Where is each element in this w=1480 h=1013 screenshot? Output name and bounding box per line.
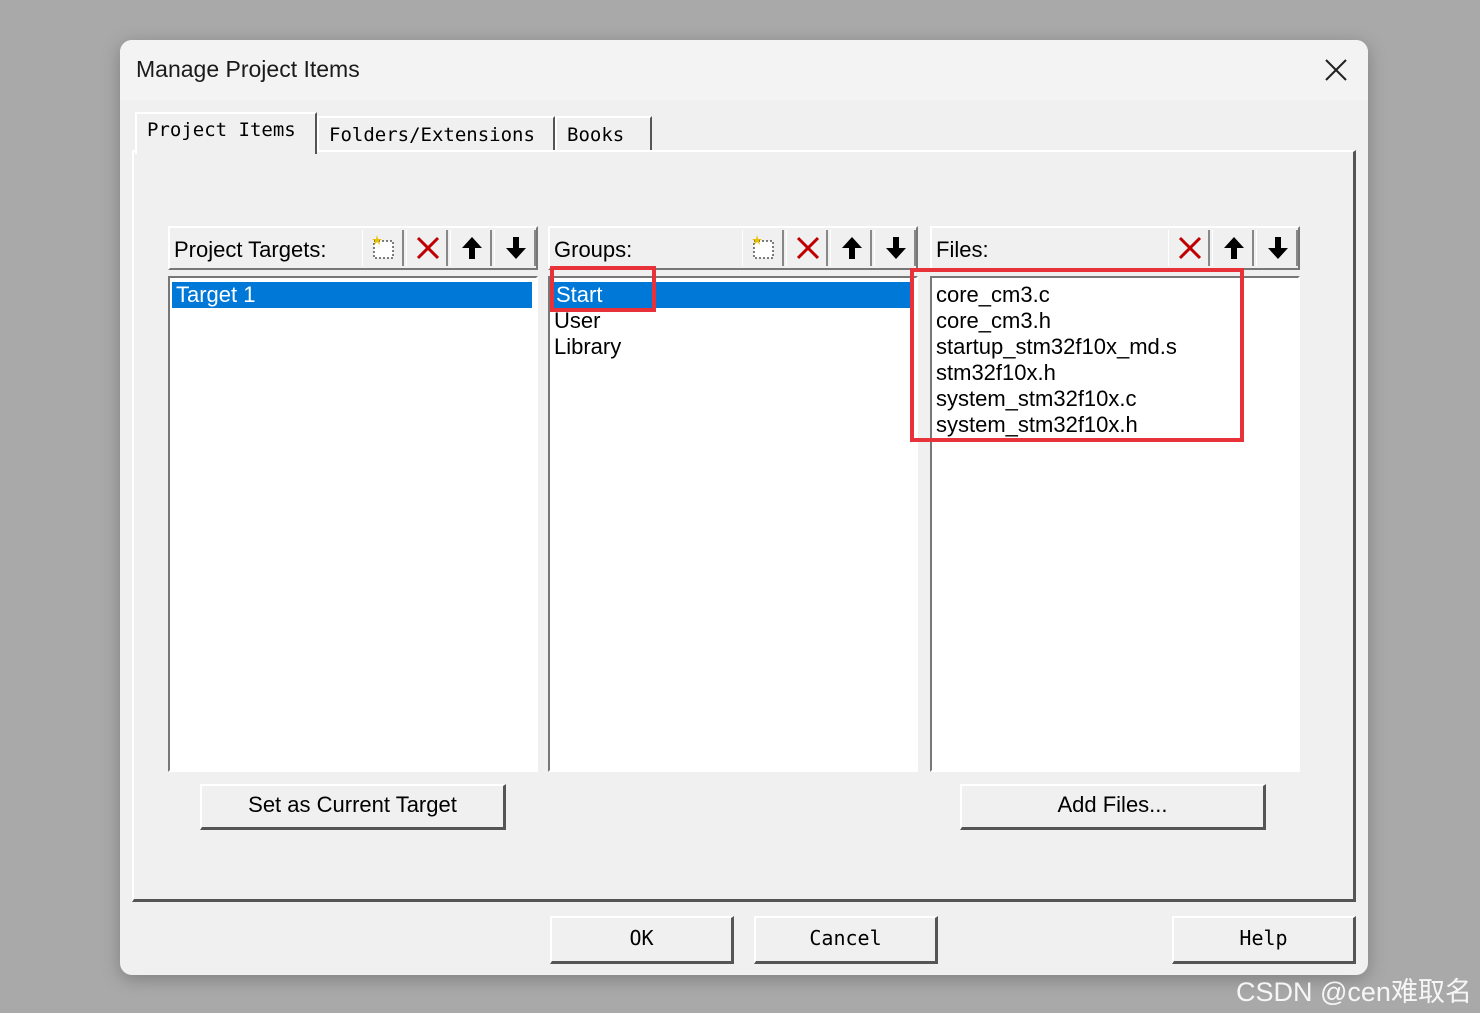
list-item-group-user[interactable]: User: [554, 308, 600, 334]
list-item-group-start[interactable]: Start: [552, 282, 912, 308]
files-label: Files:: [936, 237, 989, 262]
delete-icon: [796, 236, 820, 260]
targets-list[interactable]: Target 1: [168, 276, 538, 772]
cancel-button[interactable]: Cancel: [754, 916, 938, 964]
close-button[interactable]: [1316, 50, 1356, 90]
move-down-icon: [506, 237, 526, 259]
move-up-icon: [1224, 237, 1244, 259]
watermark: CSDN @cen难取名: [1236, 977, 1472, 1007]
move-up-icon: [462, 237, 482, 259]
add-files-button[interactable]: Add Files...: [960, 784, 1266, 830]
groups-delete-button[interactable]: [786, 230, 828, 266]
groups-label: Groups:: [554, 237, 633, 262]
new-icon: [372, 235, 394, 259]
delete-icon: [416, 236, 440, 260]
ok-button[interactable]: OK: [550, 916, 734, 964]
move-up-icon: [842, 237, 862, 259]
set-current-target-button[interactable]: Set as Current Target: [200, 784, 506, 830]
groups-move-down-button[interactable]: [874, 230, 916, 266]
list-item-file[interactable]: startup_stm32f10x_md.s: [936, 334, 1177, 360]
tab-books[interactable]: Books: [555, 116, 652, 150]
targets-new-button[interactable]: [362, 230, 404, 266]
delete-icon: [1178, 236, 1202, 260]
groups-header: Groups:: [548, 226, 918, 270]
files-list[interactable]: core_cm3.c core_cm3.h startup_stm32f10x_…: [930, 276, 1300, 772]
manage-project-items-dialog: Manage Project Items Project Items Folde…: [120, 40, 1368, 975]
files-delete-button[interactable]: [1168, 230, 1210, 266]
list-item-file[interactable]: stm32f10x.h: [936, 360, 1056, 386]
new-icon: [752, 235, 774, 259]
targets-move-down-button[interactable]: [494, 230, 536, 266]
targets-header: Project Targets:: [168, 226, 538, 270]
list-item-file[interactable]: core_cm3.h: [936, 308, 1051, 334]
tab-folders-extensions[interactable]: Folders/Extensions: [317, 116, 555, 150]
tab-project-items[interactable]: Project Items: [135, 112, 317, 154]
targets-move-up-button[interactable]: [450, 230, 492, 266]
move-down-icon: [886, 237, 906, 259]
list-item-group-library[interactable]: Library: [554, 334, 621, 360]
groups-move-up-button[interactable]: [830, 230, 872, 266]
files-move-down-button[interactable]: [1256, 230, 1298, 266]
help-button[interactable]: Help: [1172, 916, 1356, 964]
targets-delete-button[interactable]: [406, 230, 448, 266]
targets-label: Project Targets:: [174, 237, 327, 262]
files-header: Files:: [930, 226, 1300, 270]
list-item-file[interactable]: system_stm32f10x.c: [936, 386, 1137, 412]
groups-list[interactable]: Start User Library: [548, 276, 918, 772]
list-item-file[interactable]: core_cm3.c: [936, 282, 1050, 308]
files-move-up-button[interactable]: [1212, 230, 1254, 266]
dialog-title: Manage Project Items: [136, 56, 360, 82]
move-down-icon: [1268, 237, 1288, 259]
close-icon: [1325, 59, 1347, 81]
tab-panel: Project Targets: Target 1 Groups: Start …: [132, 150, 1356, 902]
list-item-file[interactable]: system_stm32f10x.h: [936, 412, 1138, 438]
title-bar: Manage Project Items: [120, 40, 1368, 100]
groups-new-button[interactable]: [742, 230, 784, 266]
list-item-target-1[interactable]: Target 1: [172, 282, 532, 308]
